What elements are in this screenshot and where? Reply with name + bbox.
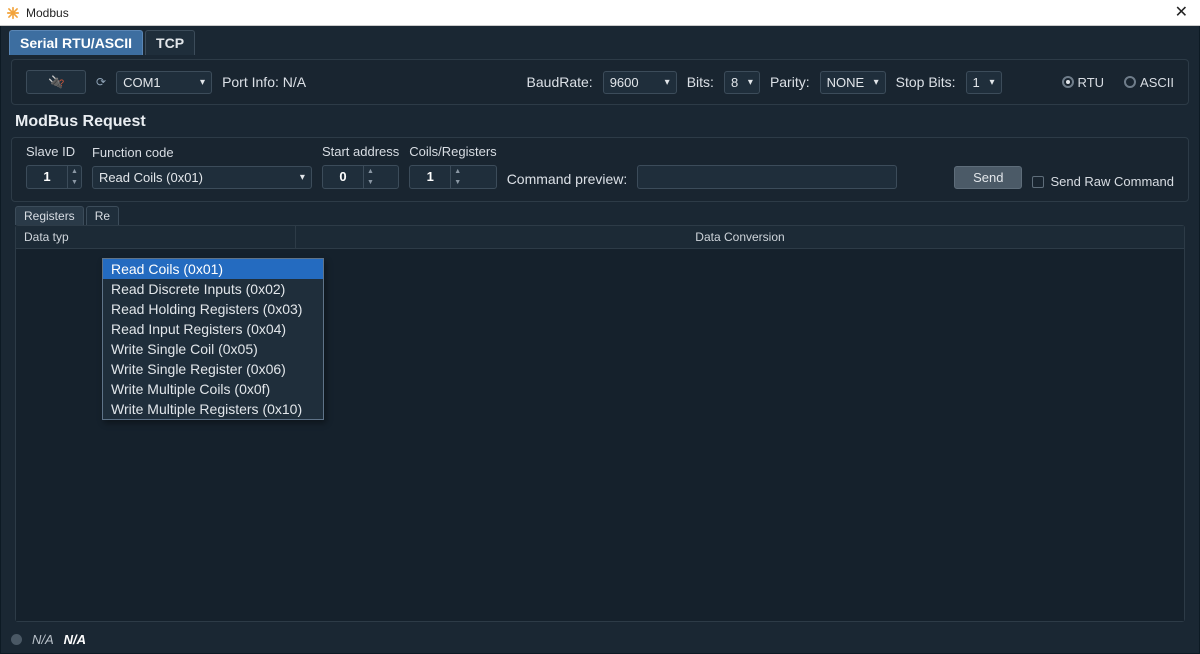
port-info-label: Port Info: N/A <box>222 74 306 90</box>
command-preview-input[interactable] <box>637 165 897 189</box>
dropdown-item[interactable]: Read Holding Registers (0x03) <box>103 299 323 319</box>
radio-dot-icon <box>1062 76 1074 88</box>
status-indicator-icon <box>11 634 22 645</box>
dropdown-item[interactable]: Write Single Coil (0x05) <box>103 339 323 359</box>
refresh-ports-icon[interactable]: ⟳ <box>96 75 106 89</box>
chevron-down-icon: ▾ <box>192 77 205 88</box>
stopbits-value: 1 <box>973 75 980 90</box>
close-icon[interactable]: ✕ <box>1169 5 1194 21</box>
radio-ascii[interactable]: ASCII <box>1124 75 1174 90</box>
statusbar: N/A N/A <box>1 628 1199 653</box>
parity-label: Parity: <box>770 74 810 90</box>
slave-id-label: Slave ID <box>26 144 82 161</box>
header-data-type: Data typ <box>16 226 296 248</box>
tab-serial-rtu-ascii[interactable]: Serial RTU/ASCII <box>9 30 143 55</box>
function-code-dropdown: Read Coils (0x01) Read Discrete Inputs (… <box>102 258 324 420</box>
chevron-down-icon: ▾ <box>657 77 670 88</box>
protocol-tab-strip: Serial RTU/ASCII TCP <box>1 26 1199 55</box>
coils-registers-value: 1 <box>410 166 450 188</box>
titlebar: Modbus ✕ <box>0 0 1200 26</box>
slave-id-input[interactable]: 1 ▲▼ <box>26 165 82 189</box>
stopbits-label: Stop Bits: <box>896 74 956 90</box>
tab-registers[interactable]: Registers <box>15 206 84 225</box>
dropdown-item[interactable]: Read Input Registers (0x04) <box>103 319 323 339</box>
baudrate-label: BaudRate: <box>527 74 593 90</box>
bits-select[interactable]: 8 ▾ <box>724 71 760 94</box>
baudrate-select[interactable]: 9600 ▾ <box>603 71 677 94</box>
bits-value: 8 <box>731 75 738 90</box>
chevron-down-icon: ▾ <box>292 172 305 183</box>
send-button[interactable]: Send <box>954 166 1022 189</box>
chevron-up-icon[interactable]: ▲ <box>68 166 81 177</box>
chevron-down-icon: ▾ <box>866 77 879 88</box>
status-text-2: N/A <box>64 632 86 647</box>
app-icon <box>6 6 20 20</box>
radio-dot-icon <box>1124 76 1136 88</box>
radio-rtu[interactable]: RTU <box>1062 75 1104 90</box>
function-code-label: Function code <box>92 145 312 162</box>
registers-tab-strip: Registers Re <box>1 206 1199 225</box>
chevron-down-icon[interactable]: ▼ <box>68 177 81 188</box>
dropdown-item[interactable]: Read Discrete Inputs (0x02) <box>103 279 323 299</box>
checkbox-box-icon <box>1032 176 1044 188</box>
connection-panel: 🔌? ⟳ COM1 ▾ Port Info: N/A BaudRate: 960… <box>11 59 1189 105</box>
registers-table-header: Data typ Data Conversion <box>16 226 1184 249</box>
send-raw-label: Send Raw Command <box>1050 174 1174 189</box>
dropdown-item[interactable]: Write Multiple Coils (0x0f) <box>103 379 323 399</box>
header-data-conversion: Data Conversion <box>296 226 1184 248</box>
chevron-down-icon[interactable]: ▼ <box>364 177 377 188</box>
plug-disconnected-icon: 🔌? <box>48 75 64 89</box>
start-address-input[interactable]: 0 ▲▼ <box>322 165 399 189</box>
command-preview-label: Command preview: <box>507 171 628 187</box>
function-code-select[interactable]: Read Coils (0x01) ▾ <box>92 166 312 189</box>
radio-ascii-label: ASCII <box>1140 75 1174 90</box>
bits-label: Bits: <box>687 74 714 90</box>
status-text-1: N/A <box>32 632 54 647</box>
start-address-value: 0 <box>323 166 363 188</box>
modbus-request-title: ModBus Request <box>11 113 1189 135</box>
slave-id-value: 1 <box>27 166 67 188</box>
chevron-up-icon[interactable]: ▲ <box>364 166 377 177</box>
coils-registers-input[interactable]: 1 ▲▼ <box>409 165 496 189</box>
connect-button[interactable]: 🔌? <box>26 70 86 94</box>
chevron-down-icon[interactable]: ▼ <box>451 177 464 188</box>
send-raw-checkbox[interactable]: Send Raw Command <box>1032 174 1174 189</box>
port-value: COM1 <box>123 75 161 90</box>
parity-value: NONE <box>827 75 865 90</box>
radio-rtu-label: RTU <box>1078 75 1104 90</box>
window-title: Modbus <box>26 6 69 20</box>
coils-registers-label: Coils/Registers <box>409 144 496 161</box>
stopbits-select[interactable]: 1 ▾ <box>966 71 1002 94</box>
dropdown-item[interactable]: Write Single Register (0x06) <box>103 359 323 379</box>
chevron-down-icon: ▾ <box>982 77 995 88</box>
tab-tcp[interactable]: TCP <box>145 30 195 55</box>
modbus-request-panel: Slave ID 1 ▲▼ Function code Read Coils (… <box>11 137 1189 202</box>
dropdown-item[interactable]: Read Coils (0x01) <box>103 259 323 279</box>
dropdown-item[interactable]: Write Multiple Registers (0x10) <box>103 399 323 419</box>
port-select[interactable]: COM1 ▾ <box>116 71 212 94</box>
function-code-value: Read Coils (0x01) <box>99 170 203 185</box>
baudrate-value: 9600 <box>610 75 639 90</box>
start-address-label: Start address <box>322 144 399 161</box>
tab-registers-second[interactable]: Re <box>86 206 119 225</box>
chevron-up-icon[interactable]: ▲ <box>451 166 464 177</box>
chevron-down-icon: ▾ <box>740 77 753 88</box>
parity-select[interactable]: NONE ▾ <box>820 71 886 94</box>
